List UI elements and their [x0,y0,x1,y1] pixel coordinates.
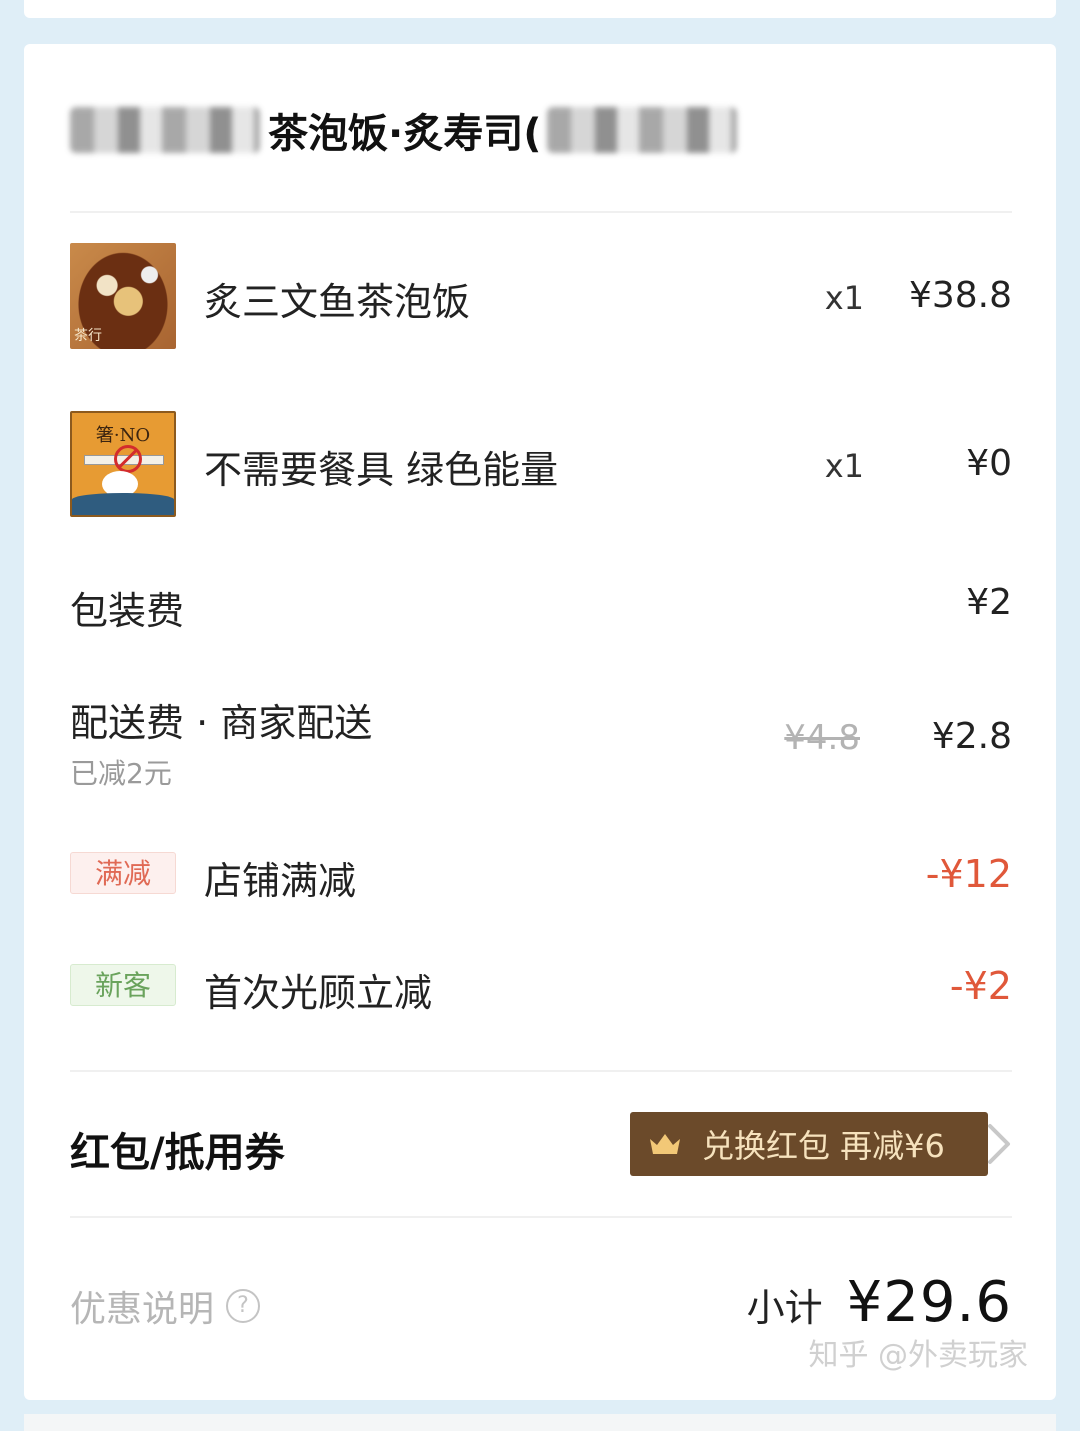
no-cutlery-thumbnail: 箸·NO [70,411,176,517]
divider [70,1070,1012,1072]
item-name: 不需要餐具 绿色能量 [204,448,559,492]
discount-label: 店铺满减 [204,859,357,903]
fee-label: 配送费 · 商家配送 [70,701,373,745]
coupon-row[interactable]: 红包/抵用券 兑换红包 再减¥6 [70,1110,1012,1178]
redacted-text [70,107,260,153]
item-qty: x1 [824,279,864,317]
subtotal-label: 小计 [746,1286,823,1330]
order-item: 茶行 炙三文鱼茶泡饭 x1 ¥38.8 [70,243,1012,349]
item-price: ¥38.8 [908,275,1012,316]
discount-row: 新客 首次光顾立减 -¥2 [70,962,1012,1015]
discount-tag: 满减 [70,852,176,894]
original-fee: ¥4.8 [784,718,860,758]
shop-title[interactable]: 茶泡饭·炙寿司( [70,100,738,160]
delivery-fee-row: 配送费 · 商家配送 已减2元 ¥4.8 ¥2.8 [70,692,1012,792]
shop-title-text: 茶泡饭·炙寿司( [268,111,542,157]
redacted-text [547,107,738,153]
item-qty: x1 [824,447,864,485]
divider [70,211,1012,213]
watermark: 知乎 @外卖玩家 [808,1338,1028,1373]
subtotal-value: ¥29.6 [846,1270,1012,1335]
chevron-right-icon[interactable] [986,1122,1012,1166]
redeem-coupon-button[interactable]: 兑换红包 再减¥6 [630,1112,988,1176]
previous-card-edge [24,0,1056,18]
fee-discount-note: 已减2元 [70,757,172,790]
coupon-title: 红包/抵用券 [70,1130,285,1176]
crown-icon [650,1134,680,1154]
discount-amount: -¥12 [925,852,1012,896]
promo-explanation[interactable]: 优惠说明 ? [70,1280,261,1332]
discount-tag: 新客 [70,964,176,1006]
order-summary-card: 茶泡饭·炙寿司( 茶行 炙三文鱼茶泡饭 x1 ¥38.8 箸·NO 不需要餐具 … [24,44,1056,1400]
discount-row: 满减 店铺满减 -¥12 [70,850,1012,903]
food-thumbnail: 茶行 [70,243,176,349]
ban-icon [114,445,142,473]
order-item: 箸·NO 不需要餐具 绿色能量 x1 ¥0 [70,411,1012,517]
thumb-label: 箸·NO [95,425,151,446]
divider [70,1216,1012,1218]
redeem-coupon-label: 兑换红包 再减¥6 [702,1127,945,1165]
fee-price: ¥2.8 [931,716,1012,757]
fee-label: 包装费 [70,589,185,633]
subtotal: 小计 ¥29.6 [747,1270,1012,1335]
fee-price: ¥2 [966,582,1012,623]
promo-explanation-label: 优惠说明 [70,1289,215,1330]
item-name: 炙三文鱼茶泡饭 [204,280,471,324]
help-icon[interactable]: ? [226,1289,261,1323]
next-card-edge [24,1414,1056,1431]
packaging-fee-row: 包装费 ¥2 [70,580,1012,633]
discount-amount: -¥2 [949,964,1012,1008]
discount-label: 首次光顾立减 [204,971,433,1015]
item-price: ¥0 [966,443,1012,484]
